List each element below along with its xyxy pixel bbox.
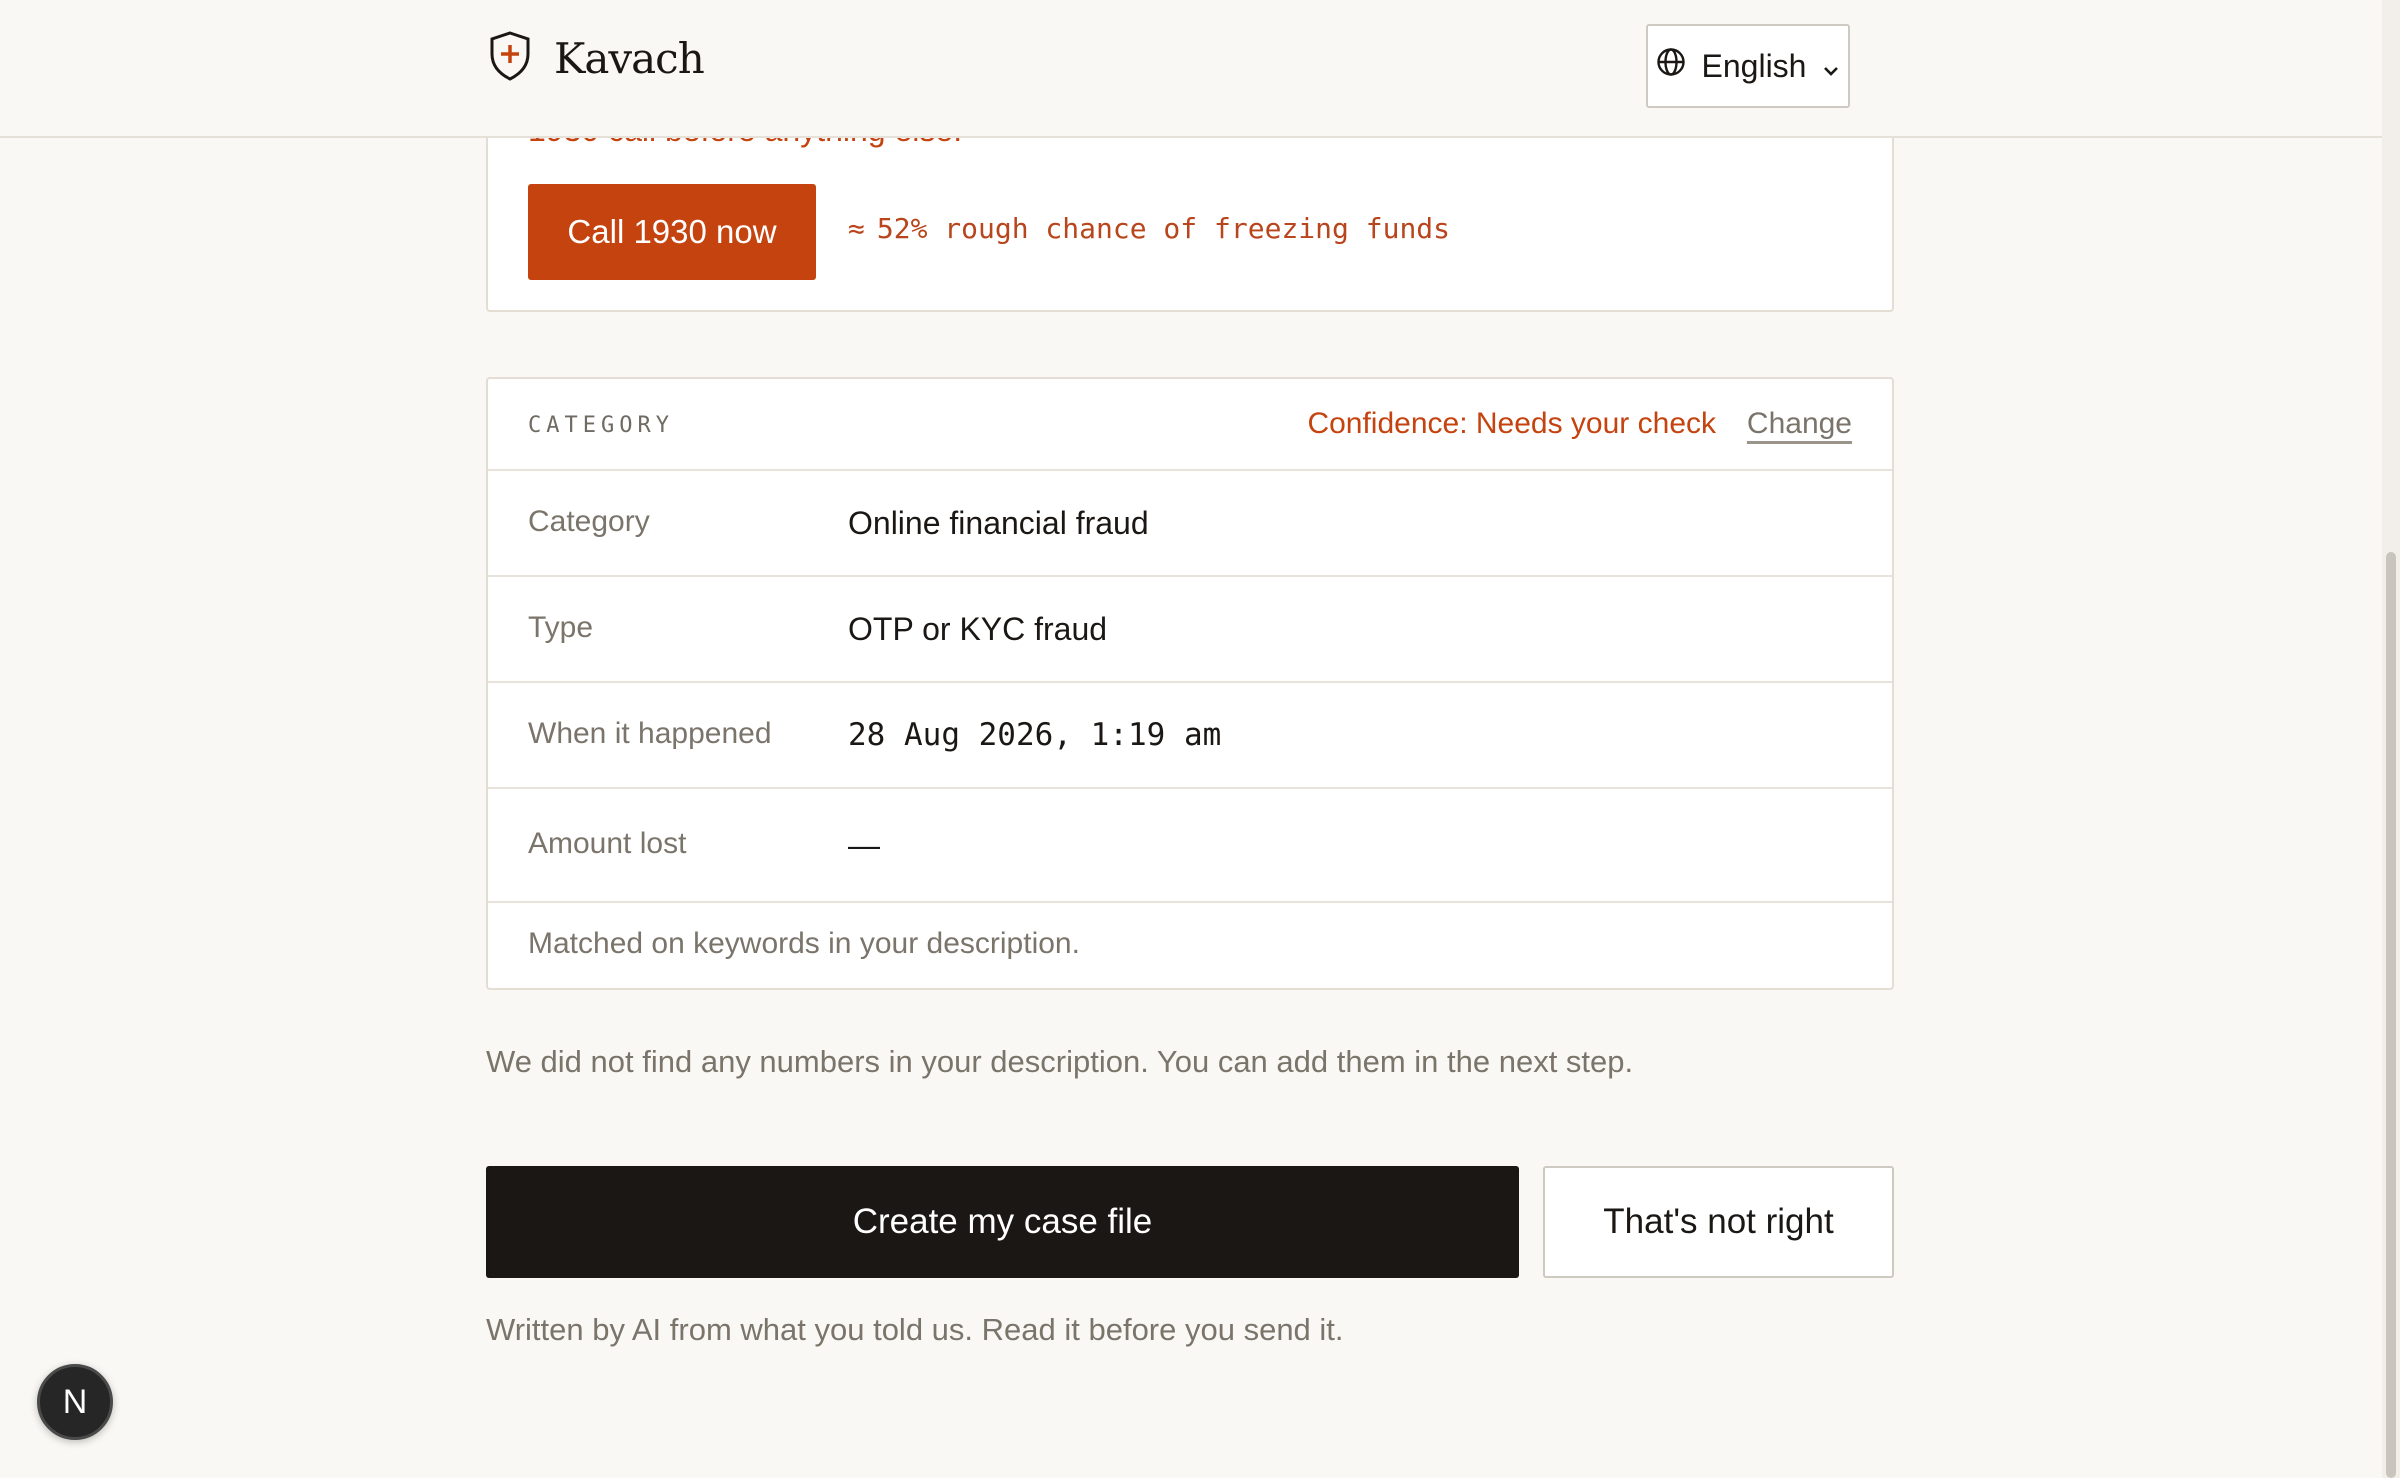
brand-name: Kavach	[554, 34, 705, 83]
freeze-chance-text: 52% rough chance of freezing funds	[876, 212, 1451, 245]
detail-value: OTP or KYC fraud	[848, 611, 1108, 647]
category-card: CATEGORY Confidence: Needs your check Ch…	[486, 377, 1894, 990]
chevron-down-icon	[1822, 48, 1840, 85]
detail-value: 28 Aug 2026, 1:19 am	[848, 717, 1222, 753]
freeze-chance: ≈ 52% rough chance of freezing funds	[848, 212, 1450, 245]
detail-value: Online financial fraud	[848, 505, 1149, 541]
match-note: Matched on keywords in your description.	[528, 927, 1080, 960]
language-select[interactable]: English	[1646, 24, 1850, 108]
detail-row-when: When it happened 28 Aug 2026, 1:19 am	[488, 683, 1892, 789]
detail-key: Amount lost	[528, 827, 687, 860]
not-right-button[interactable]: That's not right	[1543, 1166, 1894, 1278]
detail-key: Type	[528, 611, 594, 644]
detail-value: —	[848, 827, 880, 863]
scrollbar-thumb[interactable]	[2386, 552, 2396, 1478]
change-link[interactable]: Change	[1747, 407, 1852, 441]
category-section-label: CATEGORY	[528, 413, 674, 438]
detail-row-amount: Amount lost —	[488, 789, 1892, 903]
brand[interactable]: Kavach	[488, 30, 705, 87]
shield-icon	[488, 30, 532, 87]
approx-icon: ≈	[848, 212, 865, 245]
confidence-status: Confidence: Needs your check	[1307, 407, 1716, 440]
detail-key: Category	[528, 505, 650, 538]
category-card-header: CATEGORY Confidence: Needs your check Ch…	[488, 379, 1892, 471]
globe-icon	[1656, 47, 1686, 85]
dev-badge-letter: N	[62, 1382, 88, 1421]
dev-tools-badge[interactable]: N	[37, 1364, 113, 1440]
detail-key: When it happened	[528, 717, 772, 750]
detail-row-type: Type OTP or KYC fraud	[488, 577, 1892, 683]
detail-row-category: Category Online financial fraud	[488, 471, 1892, 577]
match-note-row: Matched on keywords in your description.	[488, 903, 1892, 987]
top-header: Kavach English	[0, 0, 2382, 138]
call-1930-button[interactable]: Call 1930 now	[528, 184, 816, 280]
ai-disclaimer: Written by AI from what you told us. Rea…	[486, 1312, 1344, 1347]
numbers-note: We did not find any numbers in your desc…	[486, 1044, 1634, 1079]
language-label: English	[1701, 47, 1807, 84]
create-case-file-button[interactable]: Create my case file	[486, 1166, 1519, 1278]
